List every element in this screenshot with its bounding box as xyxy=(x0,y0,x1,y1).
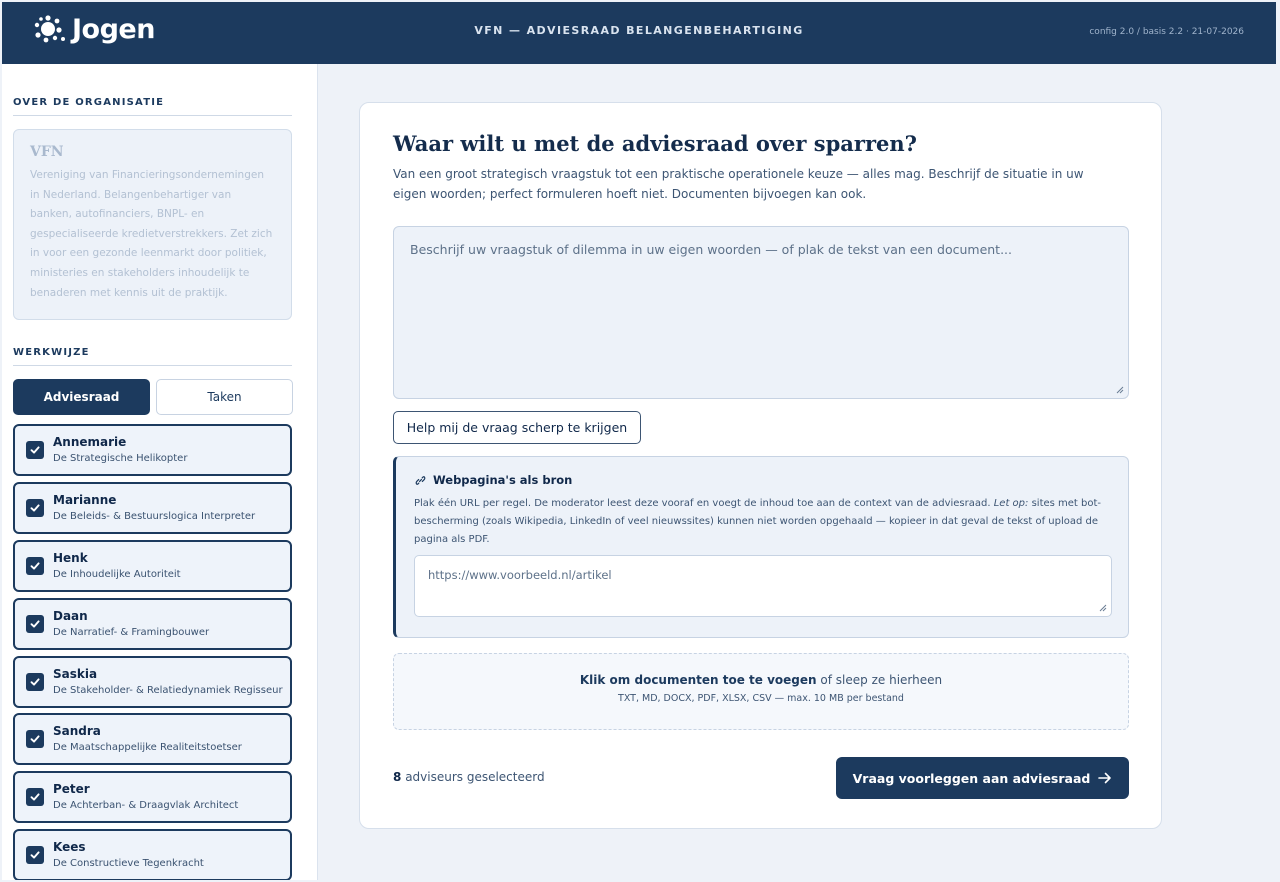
toggle-adviesraad[interactable]: Adviesraad xyxy=(13,379,150,415)
advisor-role: De Narratief- & Framingbouwer xyxy=(53,627,210,638)
question-card: Waar wilt u met de adviesraad over sparr… xyxy=(359,102,1162,829)
advisor-name: Annemarie xyxy=(53,435,127,449)
dropzone-link[interactable]: Klik om documenten toe te voegen xyxy=(580,673,817,687)
workflow-section-divider xyxy=(13,365,292,366)
advisor-name: Marianne xyxy=(53,493,117,507)
advisor-role: De Achterban- & Draagvlak Architect xyxy=(53,800,239,811)
link-icon xyxy=(415,475,426,485)
org-name: VFN xyxy=(30,144,64,160)
question-textarea[interactable]: Beschrijf uw vraagstuk of dilemma in uw … xyxy=(393,226,1129,399)
selected-count-label: adviseurs geselecteerd xyxy=(405,770,545,784)
advisor-card-daan[interactable]: Daan De Narratief- & Framingbouwer xyxy=(13,598,292,650)
org-section-divider xyxy=(13,115,292,116)
web-source-title-text: Webpagina's als bron xyxy=(433,473,573,487)
checkbox-checked-icon[interactable] xyxy=(26,730,44,748)
advisor-role: De Beleids- & Bestuurslogica Interpreter xyxy=(53,511,256,522)
toggle-taken[interactable]: Taken xyxy=(156,379,293,415)
selected-count-number: 8 xyxy=(393,770,402,784)
advisor-role: De Stakeholder- & Relatiedynamiek Regiss… xyxy=(53,685,283,696)
advisor-role: De Constructieve Tegenkracht xyxy=(53,858,204,869)
web-desc-warning: Let op: xyxy=(993,498,1029,509)
question-placeholder: Beschrijf uw vraagstuk of dilemma in uw … xyxy=(410,242,1013,257)
advisor-card-saskia[interactable]: Saskia De Stakeholder- & Relatiedynamiek… xyxy=(13,656,292,708)
org-section-label: OVER DE ORGANISATIE xyxy=(13,97,165,108)
web-source-description: Plak één URL per regel. De moderator lee… xyxy=(414,495,1104,549)
advisor-role: De Inhoudelijke Autoriteit xyxy=(53,569,181,580)
arrow-right-icon xyxy=(1098,772,1112,784)
advisor-name: Saskia xyxy=(53,667,98,681)
header-version: config 2.0 / basis 2.2 · 21-07-2026 xyxy=(1089,27,1244,37)
url-textarea[interactable]: https://www.voorbeeld.nl/artikel xyxy=(414,555,1112,617)
selected-count: 8 adviseurs geselecteerd xyxy=(393,770,545,784)
advisor-name: Henk xyxy=(53,551,88,565)
checkbox-checked-icon[interactable] xyxy=(26,673,44,691)
url-placeholder: https://www.voorbeeld.nl/artikel xyxy=(428,568,612,582)
submit-button-label: Vraag voorleggen aan adviesraad xyxy=(852,770,1091,786)
checkbox-checked-icon[interactable] xyxy=(26,846,44,864)
page-subtitle: Van een groot strategisch vraagstuk tot … xyxy=(393,167,1084,201)
web-desc-part1: Plak één URL per regel. De moderator lee… xyxy=(414,498,991,509)
dropzone-formats: TXT, MD, DOCX, PDF, XLSX, CSV — max. 10 … xyxy=(618,693,904,704)
advisor-name: Sandra xyxy=(53,724,101,738)
checkbox-checked-icon[interactable] xyxy=(26,615,44,633)
checkbox-checked-icon[interactable] xyxy=(26,788,44,806)
checkbox-checked-icon[interactable] xyxy=(26,557,44,575)
advisor-card-henk[interactable]: Henk De Inhoudelijke Autoriteit xyxy=(13,540,292,592)
resize-handle-icon[interactable] xyxy=(1114,384,1124,394)
dropzone-rest: of sleep ze hierheen xyxy=(820,673,943,687)
web-source-panel: Webpagina's als bron Plak één URL per re… xyxy=(393,456,1129,638)
advisor-card-annemarie[interactable]: Annemarie De Strategische Helikopter xyxy=(13,424,292,476)
advisor-card-marianne[interactable]: Marianne De Beleids- & Bestuurslogica In… xyxy=(13,482,292,534)
advisor-card-kees[interactable]: Kees De Constructieve Tegenkracht xyxy=(13,829,292,880)
org-description: Vereniging van Financieringsonderneminge… xyxy=(30,169,273,299)
advisor-card-sandra[interactable]: Sandra De Maatschappelijke Realiteitstoe… xyxy=(13,713,292,765)
checkbox-checked-icon[interactable] xyxy=(26,499,44,517)
web-source-title: Webpagina's als bron xyxy=(414,473,572,487)
advisor-role: De Maatschappelijke Realiteitstoetser xyxy=(53,742,242,753)
header-title: VFN — ADVIESRAAD BELANGENBEHARTIGING xyxy=(474,24,804,37)
document-dropzone[interactable]: Klik om documenten toe te voegen of slee… xyxy=(393,653,1129,730)
resize-handle-icon[interactable] xyxy=(1097,602,1107,612)
dropzone-text: Klik om documenten toe te voegen of slee… xyxy=(394,673,1128,687)
page-title: Waar wilt u met de adviesraad over sparr… xyxy=(393,131,917,156)
advisor-role: De Strategische Helikopter xyxy=(53,453,188,464)
advisor-name: Kees xyxy=(53,840,86,854)
advisor-card-peter[interactable]: Peter De Achterban- & Draagvlak Architec… xyxy=(13,771,292,823)
submit-button[interactable]: Vraag voorleggen aan adviesraad xyxy=(836,757,1129,799)
checkbox-checked-icon[interactable] xyxy=(26,441,44,459)
top-header: Jogen VFN — ADVIESRAAD BELANGENBEHARTIGI… xyxy=(2,2,1276,64)
advisor-name: Peter xyxy=(53,782,90,796)
sidebar: OVER DE ORGANISATIE VFN Vereniging van F… xyxy=(2,64,318,880)
help-sharpen-button[interactable]: Help mij de vraag scherp te krijgen xyxy=(393,411,641,444)
advisor-name: Daan xyxy=(53,609,88,623)
workflow-section-label: WERKWIJZE xyxy=(13,347,90,358)
org-card: VFN Vereniging van Financieringsondernem… xyxy=(13,129,292,320)
app-window: Jogen VFN — ADVIESRAAD BELANGENBEHARTIGI… xyxy=(2,2,1276,880)
